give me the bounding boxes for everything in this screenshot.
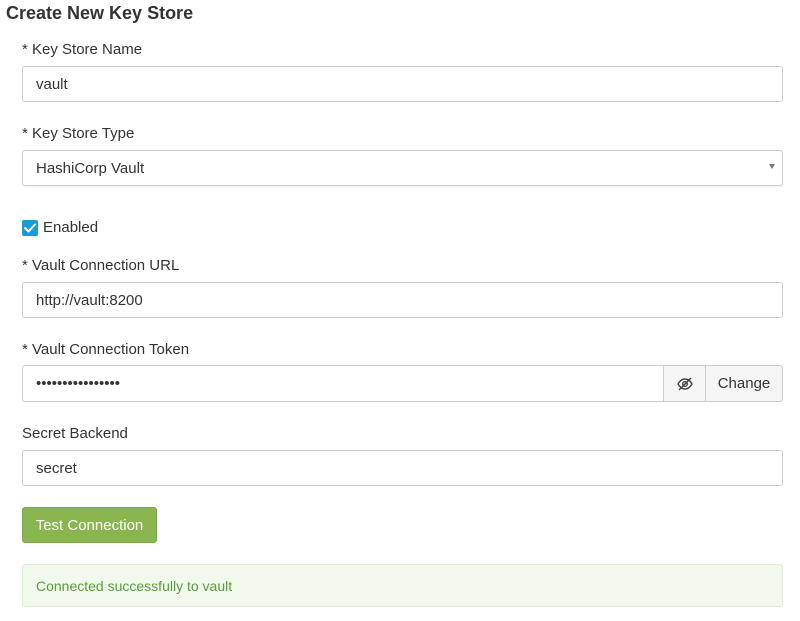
- secret-backend-label: Secret Backend: [22, 425, 128, 442]
- key-store-type-select[interactable]: HashiCorp Vault: [22, 150, 783, 186]
- enabled-checkbox[interactable]: [22, 219, 38, 236]
- key-store-name-label: * Key Store Name: [22, 41, 143, 58]
- change-token-button[interactable]: Change: [705, 365, 783, 402]
- key-store-type-label: * Key Store Type: [22, 125, 135, 142]
- page-title: Create New Key Store: [6, 3, 194, 23]
- eye-slash-icon: [676, 377, 693, 390]
- checkmark-icon: [24, 223, 36, 232]
- vault-token-label: * Vault Connection Token: [22, 341, 190, 358]
- toggle-token-visibility-button[interactable]: [663, 365, 705, 402]
- enabled-label: Enabled: [43, 219, 99, 236]
- enabled-checkbox-row[interactable]: Enabled: [22, 219, 98, 236]
- secret-backend-input[interactable]: [22, 450, 783, 486]
- vault-url-label: * Vault Connection URL: [22, 257, 180, 274]
- vault-token-input-group: Change: [22, 365, 783, 402]
- alert-message: Connected successfully to vault: [36, 577, 233, 594]
- test-connection-button[interactable]: Test Connection: [22, 507, 157, 543]
- caret-down-icon: [769, 164, 775, 169]
- key-store-type-value: HashiCorp Vault: [36, 159, 145, 177]
- vault-token-input[interactable]: [22, 365, 663, 402]
- connection-success-alert: Connected successfully to vault: [22, 564, 783, 607]
- vault-url-input[interactable]: [22, 282, 783, 318]
- key-store-name-input[interactable]: [22, 66, 783, 102]
